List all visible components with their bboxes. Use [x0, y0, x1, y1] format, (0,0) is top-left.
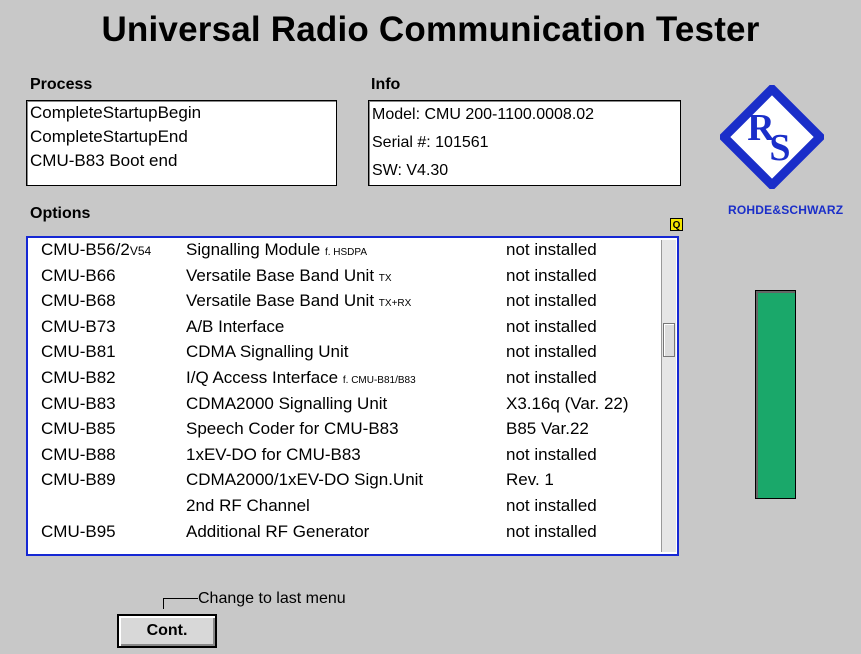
- option-description: CDMA2000 Signalling Unit: [186, 393, 388, 413]
- model-line: Model: CMU 200-1100.0008.02: [372, 106, 595, 123]
- option-status: not installed: [506, 368, 597, 387]
- options-list[interactable]: CMU-B56/2V54 Signalling Module f. HSDPA no…: [26, 236, 679, 556]
- process-log: CompleteStartupBegin CompleteStartupEnd …: [26, 100, 337, 186]
- option-status: not installed: [506, 240, 597, 259]
- option-status: not installed: [506, 316, 597, 336]
- brand-name: ROHDE&SCHWARZ: [728, 203, 844, 217]
- option-description: CDMA Signalling Unit: [186, 342, 349, 362]
- options-badge: Q: [670, 218, 683, 231]
- info-box: Model: CMU 200-1100.0008.02 Serial #: 10…: [368, 100, 681, 186]
- option-status: not installed: [506, 496, 597, 515]
- option-description: I/Q Access Interface f. CMU-B81/B83: [186, 368, 416, 387]
- option-description: A/B Interface: [186, 316, 285, 336]
- svg-text:S: S: [769, 127, 790, 169]
- option-code: CMU-B82: [41, 368, 116, 387]
- option-description: Additional RF Generator: [186, 521, 370, 541]
- option-status: not installed: [506, 265, 597, 285]
- option-description: CDMA2000/1xEV-DO Sign.Unit: [186, 470, 424, 490]
- process-line: CompleteStartupEnd: [30, 127, 188, 146]
- option-code: CMU-B56/2V54: [41, 240, 152, 259]
- options-label: Options: [30, 205, 91, 222]
- option-description: 1xEV-DO for CMU-B83: [186, 444, 361, 464]
- option-description: Signalling Module f. HSDPA: [186, 240, 367, 259]
- option-code: CMU-B83: [41, 393, 116, 413]
- option-code: CMU-B85: [41, 419, 116, 439]
- serial-line: Serial #: 101561: [372, 134, 489, 151]
- option-description: Speech Coder for CMU-B83: [186, 419, 399, 439]
- level-meter: [755, 290, 796, 499]
- info-label: Info: [371, 76, 401, 93]
- option-code: CMU-B73: [41, 316, 116, 336]
- option-code: CMU-B88: [41, 444, 116, 464]
- option-status: not installed: [506, 521, 597, 541]
- page-title: Universal Radio Communication Tester: [101, 10, 760, 49]
- process-label: Process: [30, 76, 93, 93]
- option-status: X3.16q (Var. 22): [506, 393, 629, 413]
- option-code: CMU-B95: [41, 521, 116, 541]
- softkey-hint: Change to last menu: [198, 590, 346, 607]
- option-status: not installed: [506, 444, 597, 464]
- process-line: CMU-B83 Boot end: [30, 151, 178, 170]
- option-status: not installed: [506, 342, 597, 362]
- option-status: not installed: [506, 291, 597, 311]
- options-scrollbar[interactable]: [661, 240, 676, 552]
- scrollbar-thumb[interactable]: [663, 323, 675, 357]
- software-version-line: SW: V4.30: [372, 162, 449, 179]
- rohde-schwarz-logo-icon: R S: [720, 85, 824, 189]
- option-description: Versatile Base Band Unit TX+RX: [186, 291, 412, 311]
- option-code: CMU-B81: [41, 342, 116, 362]
- option-code: CMU-B89: [41, 470, 116, 490]
- option-description: Versatile Base Band Unit TX: [186, 265, 392, 285]
- option-code: CMU-B68: [41, 291, 116, 311]
- option-status: Rev. 1: [506, 470, 554, 490]
- continue-button[interactable]: Cont.: [117, 614, 217, 648]
- process-line: CompleteStartupBegin: [30, 103, 202, 122]
- option-status: B85 Var.22: [506, 419, 589, 439]
- option-code: CMU-B66: [41, 265, 116, 285]
- option-description: 2nd RF Channel: [186, 496, 310, 515]
- softkey-hint-bracket: [163, 598, 198, 609]
